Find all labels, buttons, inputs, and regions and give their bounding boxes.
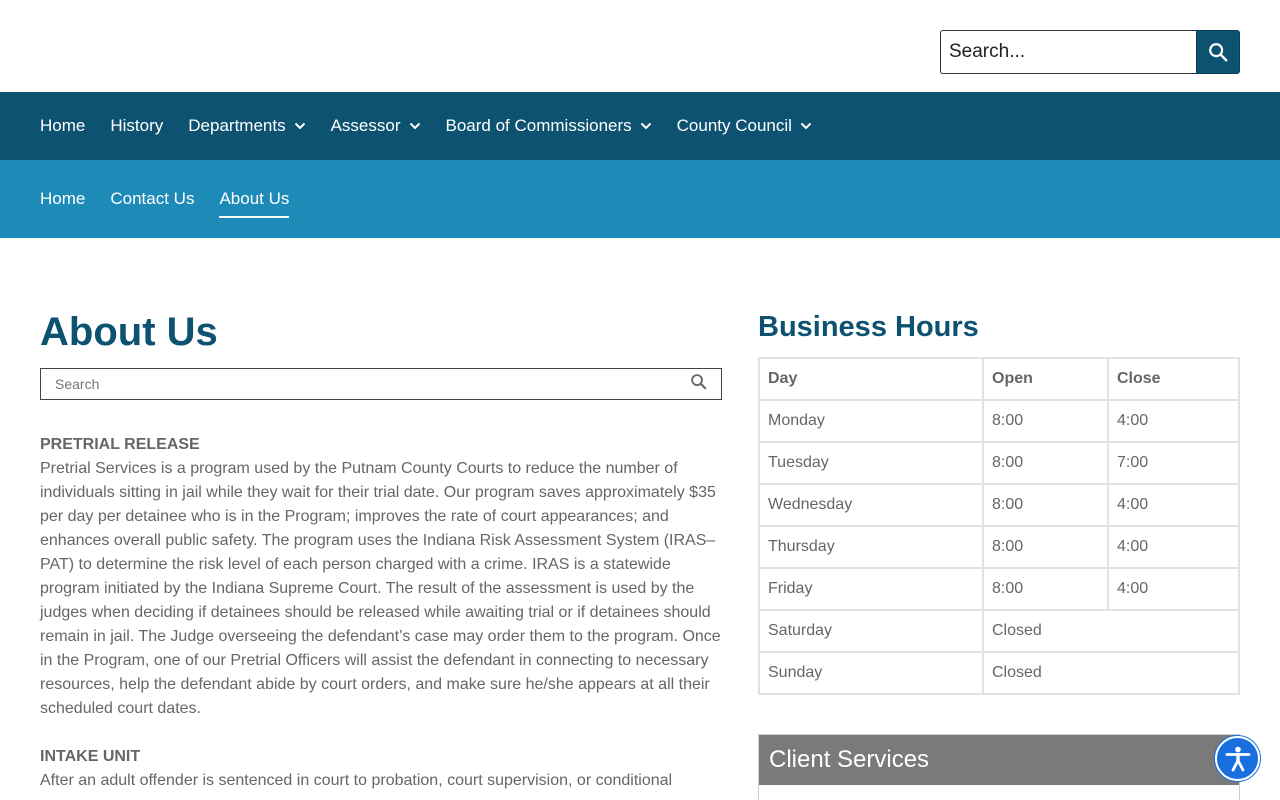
chevron-down-icon	[409, 122, 421, 130]
table-row: Thursday 8:00 4:00	[758, 525, 1240, 569]
column-header-open: Open	[982, 357, 1109, 401]
nav-item-assessor[interactable]: Assessor	[331, 116, 421, 136]
top-search-button[interactable]	[1196, 30, 1240, 74]
day-cell: Monday	[758, 399, 984, 443]
chevron-down-icon	[294, 122, 306, 130]
page-search-form	[40, 368, 722, 400]
closed-cell: Closed	[982, 609, 1240, 653]
subnav-item-home[interactable]: Home	[40, 185, 85, 213]
subnav-item-about-us[interactable]: About Us	[219, 185, 289, 218]
table-row: Sunday Closed	[758, 651, 1240, 695]
close-cell: 7:00	[1107, 441, 1240, 485]
accessibility-icon	[1225, 746, 1250, 771]
day-cell: Tuesday	[758, 441, 984, 485]
table-row: Tuesday 8:00 7:00	[758, 441, 1240, 485]
section-pretrial-release: PRETRIAL RELEASE Pretrial Services is a …	[40, 433, 722, 721]
section-body: After an adult offender is sentenced in …	[40, 772, 673, 789]
nav-item-county-council[interactable]: County Council	[677, 116, 812, 136]
table-row: Monday 8:00 4:00	[758, 399, 1240, 443]
sub-nav: Home Contact Us About Us	[0, 160, 1280, 238]
accessibility-button[interactable]	[1215, 736, 1260, 781]
page-title: About Us	[40, 310, 218, 354]
top-search-input[interactable]	[940, 30, 1196, 74]
table-row: Wednesday 8:00 4:00	[758, 483, 1240, 527]
main-nav: Home History Departments Assessor Board …	[0, 92, 1280, 160]
section-body: Pretrial Services is a program used by t…	[40, 460, 721, 717]
section-heading: INTAKE UNIT	[40, 748, 141, 765]
table-row: Friday 8:00 4:00	[758, 567, 1240, 611]
column-header-day: Day	[758, 357, 984, 401]
close-cell: 4:00	[1107, 399, 1240, 443]
day-cell: Sunday	[758, 651, 984, 695]
open-cell: 8:00	[982, 525, 1109, 569]
chevron-down-icon	[640, 122, 652, 130]
nav-item-label: Departments	[188, 116, 286, 135]
day-cell: Saturday	[758, 609, 984, 653]
section-intake-unit: INTAKE UNIT After an adult offender is s…	[40, 745, 722, 793]
nav-item-departments[interactable]: Departments	[188, 116, 305, 136]
business-hours-title: Business Hours	[758, 311, 979, 343]
main-content: About Us PRETRIAL RELEASE Pretrial Servi…	[40, 300, 722, 793]
top-header	[0, 0, 1280, 92]
column-header-close: Close	[1107, 357, 1240, 401]
close-cell: 4:00	[1107, 525, 1240, 569]
open-cell: 8:00	[982, 441, 1109, 485]
search-icon	[1209, 43, 1228, 62]
nav-item-label: County Council	[676, 116, 792, 135]
table-row: Saturday Closed	[758, 609, 1240, 653]
open-cell: 8:00	[982, 567, 1109, 611]
top-search-form	[940, 30, 1240, 74]
day-cell: Wednesday	[758, 483, 984, 527]
day-cell: Friday	[758, 567, 984, 611]
nav-item-board-of-commissioners[interactable]: Board of Commissioners	[446, 116, 652, 136]
search-icon[interactable]	[690, 373, 707, 395]
client-services-title: Client Services	[759, 735, 1239, 785]
closed-cell: Closed	[982, 651, 1240, 695]
table-header-row: Day Open Close	[758, 357, 1240, 401]
page-search-input[interactable]	[55, 376, 655, 392]
open-cell: 8:00	[982, 483, 1109, 527]
subnav-item-contact-us[interactable]: Contact Us	[110, 185, 194, 213]
close-cell: 4:00	[1107, 483, 1240, 527]
nav-item-label: Home	[40, 116, 86, 135]
nav-item-history[interactable]: History	[110, 116, 163, 136]
nav-item-label: Assessor	[330, 116, 401, 135]
sidebar: Business Hours Day Open Close Monday 8:0…	[758, 300, 1240, 695]
business-hours-table: Day Open Close Monday 8:00 4:00 Tuesday …	[758, 357, 1240, 695]
nav-item-label: History	[110, 116, 164, 135]
nav-item-label: Board of Commissioners	[445, 116, 632, 135]
day-cell: Thursday	[758, 525, 984, 569]
section-heading: PRETRIAL RELEASE	[40, 436, 200, 453]
close-cell: 4:00	[1107, 567, 1240, 611]
nav-item-home[interactable]: Home	[40, 116, 85, 136]
client-services-box: Client Services	[758, 734, 1240, 800]
open-cell: 8:00	[982, 399, 1109, 443]
chevron-down-icon	[800, 122, 812, 130]
